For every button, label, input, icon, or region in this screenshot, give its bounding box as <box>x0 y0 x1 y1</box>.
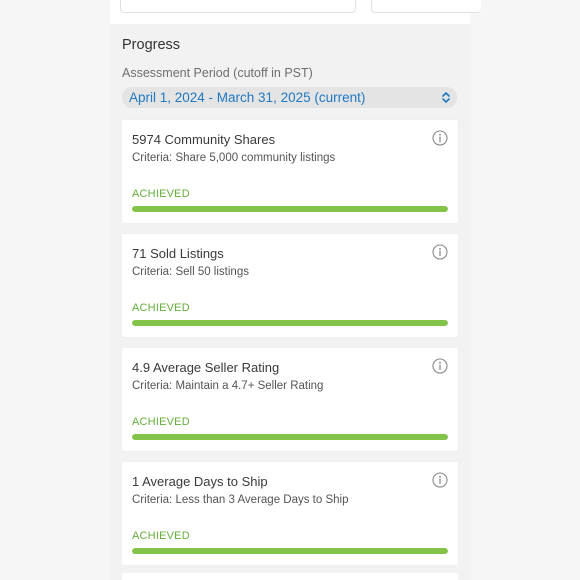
progress-bar <box>132 434 448 440</box>
metric-criteria: Criteria: Sell 50 listings <box>132 266 249 278</box>
select-chevrons-icon <box>442 92 450 103</box>
metric-card-sold-listings: 71 Sold Listings Criteria: Sell 50 listi… <box>122 234 458 337</box>
metric-criteria: Criteria: Share 5,000 community listings <box>132 152 336 164</box>
progress-bar <box>132 548 448 554</box>
assessment-period-label: Assessment Period (cutoff in PST) <box>122 66 313 80</box>
progress-bar-fill <box>132 548 448 554</box>
metric-status: ACHIEVED <box>132 416 190 428</box>
progress-bar-fill <box>132 206 448 212</box>
progress-bar <box>132 320 448 326</box>
assessment-period-select[interactable]: April 1, 2024 - March 31, 2025 (current) <box>122 87 457 108</box>
next-card-edge <box>122 573 458 580</box>
info-icon[interactable] <box>432 130 448 146</box>
metric-title: 71 Sold Listings <box>132 246 224 261</box>
top-card-strip <box>110 0 481 24</box>
assessment-period-value: April 1, 2024 - March 31, 2025 (current) <box>129 90 366 105</box>
metric-card-community-shares: 5974 Community Shares Criteria: Share 5,… <box>122 120 458 223</box>
metric-card-days-to-ship: 1 Average Days to Ship Criteria: Less th… <box>122 462 458 565</box>
metric-title: 1 Average Days to Ship <box>132 474 268 489</box>
top-card-right <box>371 0 481 13</box>
metric-status: ACHIEVED <box>132 302 190 314</box>
metric-card-seller-rating: 4.9 Average Seller Rating Criteria: Main… <box>122 348 458 451</box>
progress-column: Progress Assessment Period (cutoff in PS… <box>110 0 481 580</box>
metric-criteria: Criteria: Less than 3 Average Days to Sh… <box>132 494 349 506</box>
progress-bar-fill <box>132 320 448 326</box>
metric-title: 5974 Community Shares <box>132 132 276 147</box>
metric-status: ACHIEVED <box>132 188 190 200</box>
metric-criteria: Criteria: Maintain a 4.7+ Seller Rating <box>132 380 324 392</box>
progress-bar-fill <box>132 434 448 440</box>
info-icon[interactable] <box>432 472 448 488</box>
metric-status: ACHIEVED <box>132 530 190 542</box>
section-title: Progress <box>122 37 181 53</box>
info-icon[interactable] <box>432 358 448 374</box>
top-card-left <box>120 0 356 13</box>
metric-title: 4.9 Average Seller Rating <box>132 360 280 375</box>
info-icon[interactable] <box>432 244 448 260</box>
progress-bar <box>132 206 448 212</box>
